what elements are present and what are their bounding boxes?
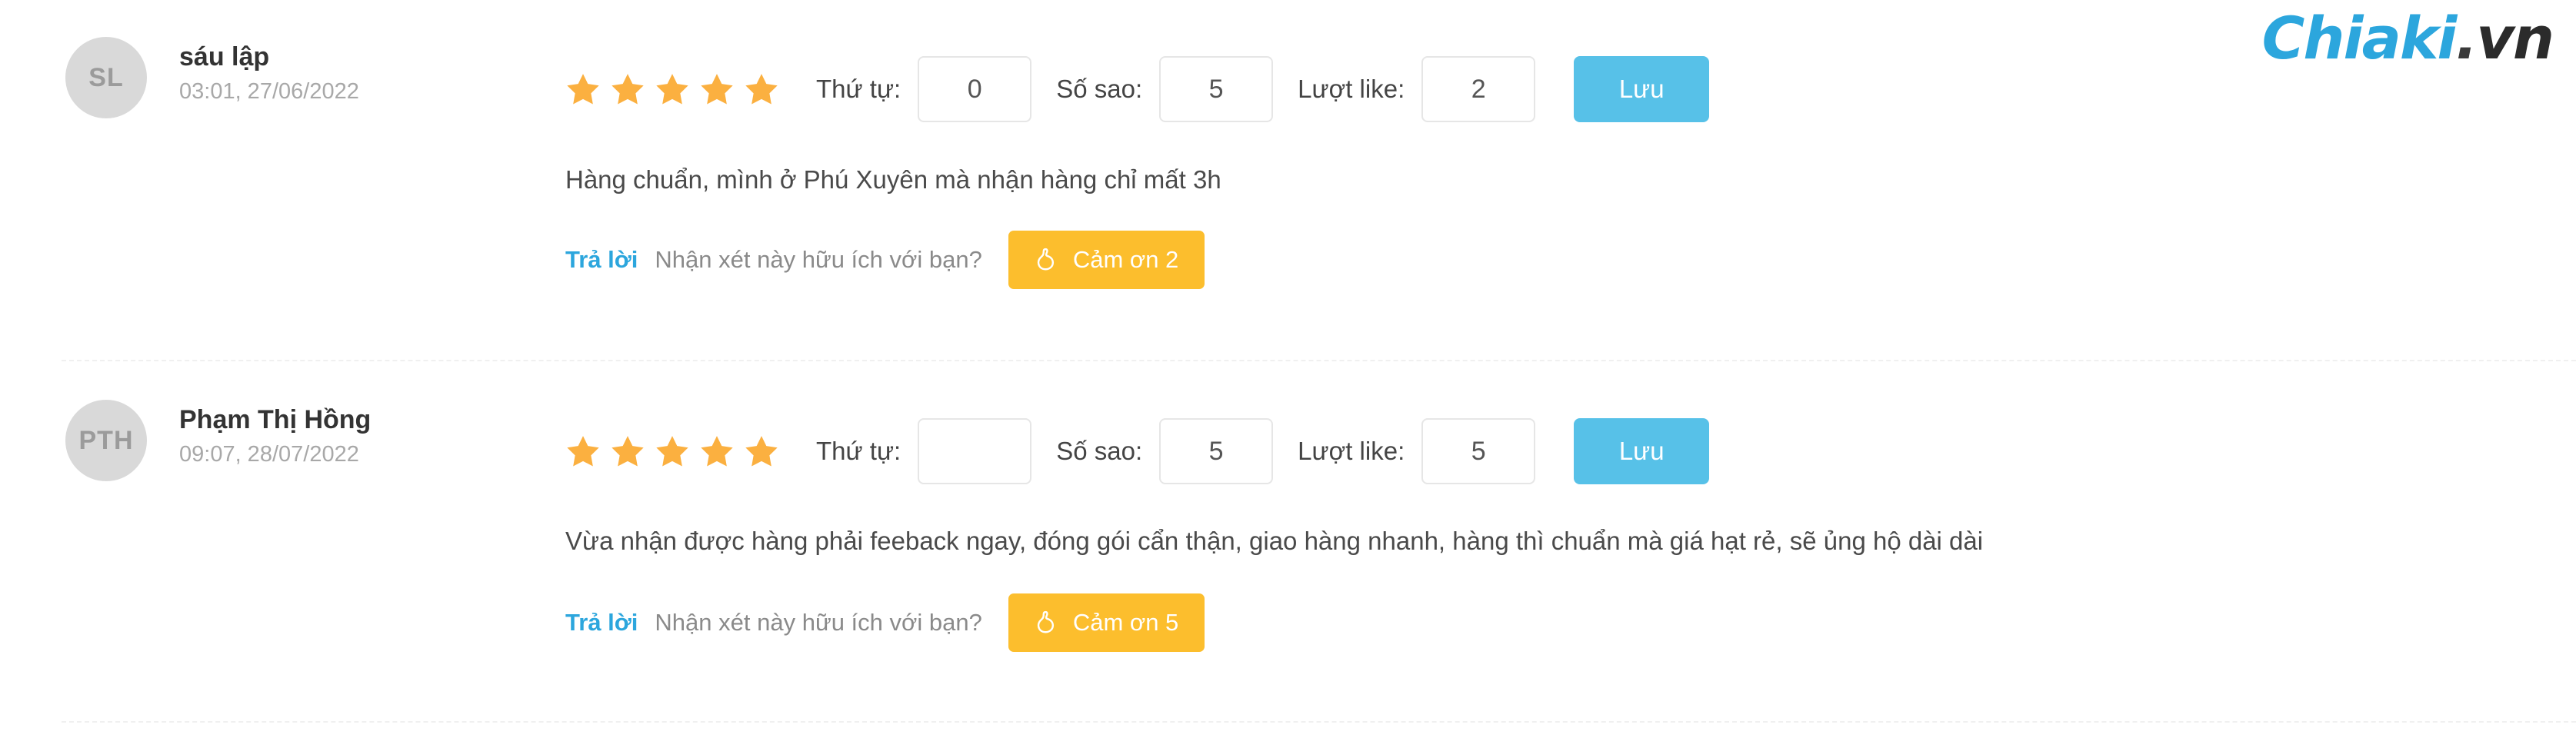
likes-field: Lượt like: xyxy=(1298,56,1536,122)
author-meta: Phạm Thị Hồng 09:07, 28/07/2022 xyxy=(179,400,371,467)
stars-field: Số sao: xyxy=(1056,56,1274,122)
order-label: Thứ tự: xyxy=(816,437,901,465)
thumbs-up-icon xyxy=(1035,610,1061,636)
star-icon xyxy=(655,71,690,107)
thanks-button[interactable]: Cảm ơn 2 xyxy=(1008,231,1205,289)
likes-field: Lượt like: xyxy=(1298,418,1536,484)
order-field: Thứ tự: xyxy=(816,56,1032,122)
star-icon xyxy=(699,434,735,469)
review-date: 03:01, 27/06/2022 xyxy=(179,79,359,105)
star-icon xyxy=(655,434,690,469)
review-item: SL sáu lập 03:01, 27/06/2022 Thứ tự: 0 S… xyxy=(0,0,2576,361)
review-divider xyxy=(62,721,2576,723)
review-actions: Trả lời Nhận xét này hữu ích với bạn? Cả… xyxy=(565,592,1205,653)
star-icon xyxy=(610,434,645,469)
review-text: Hàng chuẩn, mình ở Phú Xuyên mà nhận hàn… xyxy=(565,165,1221,194)
reply-link[interactable]: Trả lời xyxy=(565,609,638,637)
save-button[interactable]: Lưu xyxy=(1574,56,1710,122)
order-label: Thứ tự: xyxy=(816,75,901,103)
helpful-question: Nhận xét này hữu ích với bạn? xyxy=(655,246,982,273)
stars-field: Số sao: xyxy=(1056,418,1274,484)
thumbs-up-icon xyxy=(1035,247,1061,273)
stars-input[interactable] xyxy=(1159,418,1274,484)
thanks-label: Cảm ơn 5 xyxy=(1072,609,1179,636)
review-controls: Thứ tự: Số sao: Lượt like: Lưu xyxy=(565,55,1710,123)
thanks-label: Cảm ơn 2 xyxy=(1072,246,1179,273)
review-actions: Trả lời Nhận xét này hữu ích với bạn? Cả… xyxy=(565,229,1205,291)
reply-link[interactable]: Trả lời xyxy=(565,246,638,274)
star-icon xyxy=(744,434,779,469)
order-input[interactable] xyxy=(918,418,1032,484)
order-input[interactable] xyxy=(918,56,1032,122)
star-icon xyxy=(744,71,779,107)
star-icon xyxy=(699,71,735,107)
helpful-question: Nhận xét này hữu ích với bạn? xyxy=(655,609,982,636)
order-field: Thứ tự: xyxy=(816,418,1032,484)
review-controls: Thứ tự: Số sao: Lượt like: Lưu xyxy=(565,417,1710,485)
review-text: Vừa nhận được hàng phải feeback ngay, đó… xyxy=(565,527,1984,555)
star-icon xyxy=(565,434,601,469)
rating-stars xyxy=(565,71,788,107)
star-icon xyxy=(565,71,601,107)
stars-label: Số sao: xyxy=(1056,75,1143,103)
thanks-button[interactable]: Cảm ơn 5 xyxy=(1008,593,1205,652)
review-list-page: Chiaki.vn SL sáu lập 03:01, 27/06/2022 T… xyxy=(0,0,2576,738)
author-name: sáu lập xyxy=(179,42,270,71)
author-meta: sáu lập 03:01, 27/06/2022 xyxy=(179,37,359,105)
star-icon xyxy=(610,71,645,107)
review-author-block: PTH Phạm Thị Hồng 09:07, 28/07/2022 xyxy=(65,400,496,481)
stars-input[interactable] xyxy=(1159,56,1274,122)
stars-label: Số sao: xyxy=(1056,437,1143,465)
avatar: PTH xyxy=(65,400,147,481)
likes-input[interactable] xyxy=(1421,56,1536,122)
review-item: PTH Phạm Thị Hồng 09:07, 28/07/2022 Thứ … xyxy=(0,361,2576,723)
rating-stars xyxy=(565,434,788,469)
author-name: Phạm Thị Hồng xyxy=(179,405,372,434)
save-button[interactable]: Lưu xyxy=(1574,418,1710,484)
likes-label: Lượt like: xyxy=(1298,75,1405,103)
review-author-block: SL sáu lập 03:01, 27/06/2022 xyxy=(65,37,496,118)
likes-input[interactable] xyxy=(1421,418,1536,484)
review-date: 09:07, 28/07/2022 xyxy=(179,442,359,467)
likes-label: Lượt like: xyxy=(1298,437,1405,465)
avatar: SL xyxy=(65,37,147,118)
